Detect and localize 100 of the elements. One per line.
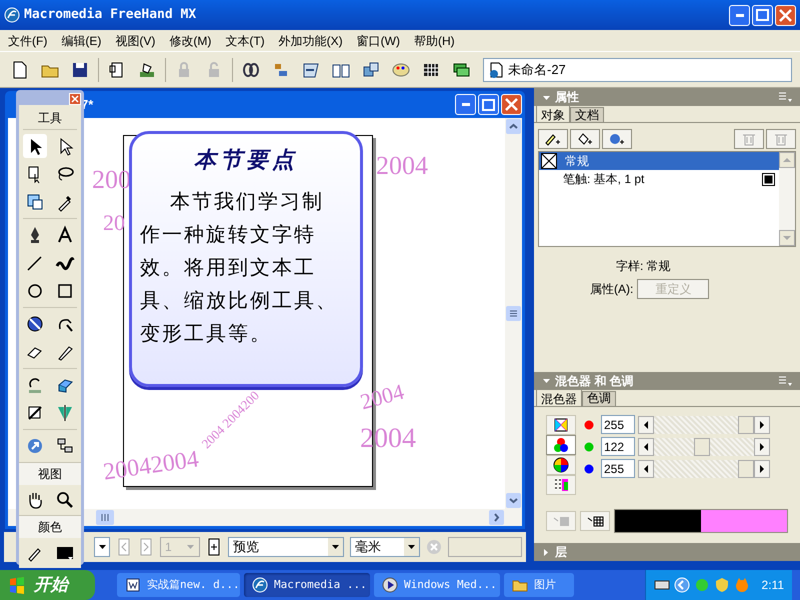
left-arrow-icon: [642, 442, 650, 452]
dropdown-button[interactable]: [94, 537, 110, 557]
channel-value-field[interactable]: 122: [601, 437, 635, 456]
rgb-circles-icon: [552, 436, 570, 454]
menu-item[interactable]: 修改(M): [169, 32, 212, 50]
add-stroke-button[interactable]: [538, 129, 568, 149]
taskbar-button[interactable]: 实战篇new. d...: [117, 573, 240, 597]
trace-icon: [25, 192, 45, 212]
style-label: 字样: 常规: [615, 258, 672, 275]
taskbar-button[interactable]: Macromedia ...: [244, 573, 370, 597]
reflect-icon: [55, 403, 75, 423]
card-heading: 本节要点: [194, 146, 298, 175]
menu-item[interactable]: 窗口(W): [356, 32, 400, 50]
view-mode-dropdown[interactable]: 预览: [228, 537, 344, 557]
menu-item[interactable]: 外加功能(X): [278, 32, 343, 50]
color-wheel-icon: [552, 456, 570, 474]
delete-button[interactable]: [766, 129, 796, 149]
slider-left-button[interactable]: [638, 416, 654, 434]
channel-value-field[interactable]: 255: [601, 415, 635, 434]
menu-item[interactable]: 文本(T): [225, 32, 265, 50]
left-arrow-icon: [642, 464, 650, 474]
card-text: 效。将用到文本工: [140, 254, 316, 281]
document-field[interactable]: 未命名-27: [483, 58, 792, 82]
menu-item[interactable]: 编辑(E): [61, 32, 102, 50]
minimize-button[interactable]: [729, 4, 750, 26]
add-to-swatches-button[interactable]: [546, 510, 576, 531]
close-icon: [70, 94, 80, 104]
canvas-text: 2004: [356, 378, 408, 416]
expanded-triangle-icon: [542, 376, 551, 386]
menu-item[interactable]: 视图(V): [115, 32, 156, 50]
options-menu-icon: [778, 91, 792, 103]
canvas-text: 20042004: [100, 445, 202, 488]
minimize-icon: [462, 103, 470, 106]
units-dropdown[interactable]: 毫米: [350, 537, 420, 557]
card-text: 具、缩放比例工具、: [140, 287, 338, 314]
left-arrow-icon: [642, 420, 650, 430]
attribute-label: 属性(A):: [590, 281, 634, 298]
sphere-icon: [608, 131, 626, 147]
search-icon: [55, 490, 75, 510]
panel-tab[interactable]: 文档: [570, 107, 604, 122]
color-mode-button[interactable]: [546, 454, 576, 475]
color-mode-button[interactable]: [546, 414, 576, 435]
canvas-text: 2004: [376, 150, 428, 182]
slider-left-button[interactable]: [638, 460, 654, 478]
color-cube-icon: [552, 416, 570, 434]
pointer-tool-button[interactable]: [23, 134, 47, 158]
maximize-icon: [756, 9, 769, 21]
taskbar-button[interactable]: 图片: [504, 573, 574, 597]
start-button[interactable]: 开始: [0, 570, 95, 600]
slider-thumb[interactable]: [694, 438, 710, 456]
right-arrow-icon: [758, 420, 766, 430]
panel-tab[interactable]: 色调: [582, 390, 616, 406]
channel-slider[interactable]: [638, 460, 770, 478]
caret-icon: [328, 538, 343, 556]
color-swatch-icon: [762, 172, 775, 186]
close-button[interactable]: [775, 4, 796, 26]
close-icon: [505, 98, 518, 111]
caret-icon: [98, 543, 106, 551]
minimize-button[interactable]: [455, 94, 476, 115]
channel-slider[interactable]: [638, 416, 770, 434]
slider-thumb[interactable]: [738, 416, 754, 434]
options-menu-icon: [778, 374, 792, 387]
list-item[interactable]: 常规: [539, 152, 779, 170]
channel-slider[interactable]: [638, 438, 770, 456]
menu-item[interactable]: 文件(F): [8, 32, 48, 50]
paint-bucket-icon: [576, 131, 594, 147]
close-button[interactable]: [501, 94, 522, 115]
menu-item[interactable]: 帮助(H): [414, 32, 455, 50]
maximize-button[interactable]: [478, 94, 499, 115]
vertical-scrollbar[interactable]: [779, 152, 795, 246]
slider-right-button[interactable]: [754, 460, 770, 478]
no-entry-icon: [25, 314, 45, 334]
taskbar-button[interactable]: Windows Med...: [374, 573, 500, 597]
add-effect-button[interactable]: [602, 129, 632, 149]
panel-tab[interactable]: 对象: [536, 105, 570, 122]
maximize-button[interactable]: [752, 4, 773, 26]
add-page-icon[interactable]: [206, 537, 222, 557]
panel-heading: 视图: [19, 462, 81, 485]
add-to-grid-button[interactable]: [580, 510, 610, 531]
panel-heading: 工具: [38, 110, 62, 127]
clock: 2:11: [762, 577, 784, 594]
close-button[interactable]: [69, 93, 81, 105]
panel-tab[interactable]: 混色器: [536, 388, 582, 406]
color-mode-button[interactable]: [546, 434, 576, 455]
slider-left-button[interactable]: [638, 438, 654, 456]
add-fill-button[interactable]: [570, 129, 600, 149]
slider-right-button[interactable]: [754, 438, 770, 456]
remove-item-button[interactable]: [734, 129, 764, 149]
right-arrow-icon: [758, 442, 766, 452]
color-mode-button[interactable]: [546, 474, 576, 495]
scroll-down-icon: [779, 230, 795, 246]
list-item[interactable]: 笔触: 基本, 1 pt: [539, 170, 779, 188]
panel-heading: 颜色: [19, 515, 81, 538]
slider-thumb[interactable]: [738, 460, 754, 478]
caret-icon: [186, 543, 195, 551]
app-logo-icon: [252, 577, 268, 593]
vertical-scrollbar[interactable]: [505, 118, 522, 509]
scroll-right-icon: [488, 509, 505, 526]
channel-value-field[interactable]: 255: [601, 459, 635, 478]
slider-right-button[interactable]: [754, 416, 770, 434]
